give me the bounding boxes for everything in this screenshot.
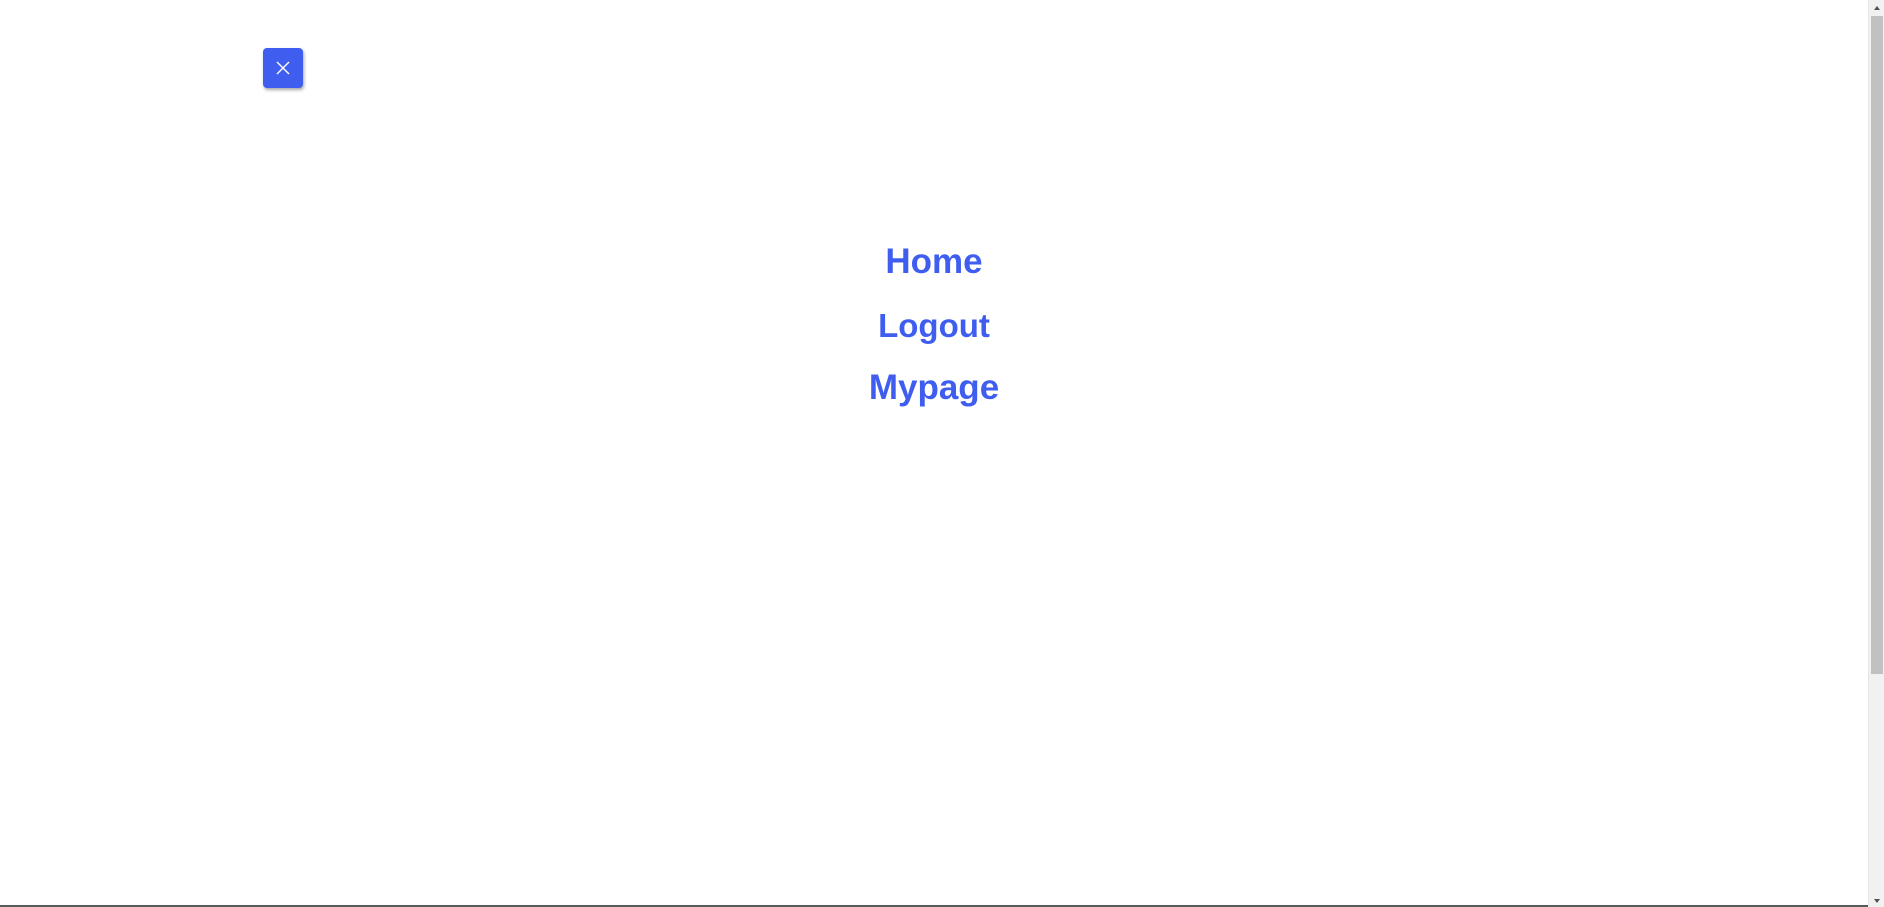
nav-link-logout[interactable]: Logout bbox=[878, 309, 990, 342]
close-icon bbox=[275, 60, 291, 76]
scroll-up-arrow-icon bbox=[1873, 0, 1881, 16]
nav-link-mypage[interactable]: Mypage bbox=[869, 370, 999, 405]
scroll-down-arrow-icon bbox=[1873, 891, 1881, 907]
main-navigation: Home Logout Mypage bbox=[0, 244, 1868, 405]
nav-link-home[interactable]: Home bbox=[885, 244, 982, 279]
close-menu-button[interactable] bbox=[263, 48, 303, 88]
scroll-up-button[interactable] bbox=[1869, 0, 1884, 14]
scroll-down-button[interactable] bbox=[1869, 893, 1884, 907]
menu-overlay: Home Logout Mypage bbox=[0, 0, 1868, 907]
page: Home Logout Mypage bbox=[0, 0, 1884, 907]
scrollbar-thumb[interactable] bbox=[1871, 16, 1883, 674]
vertical-scrollbar[interactable] bbox=[1868, 0, 1884, 907]
